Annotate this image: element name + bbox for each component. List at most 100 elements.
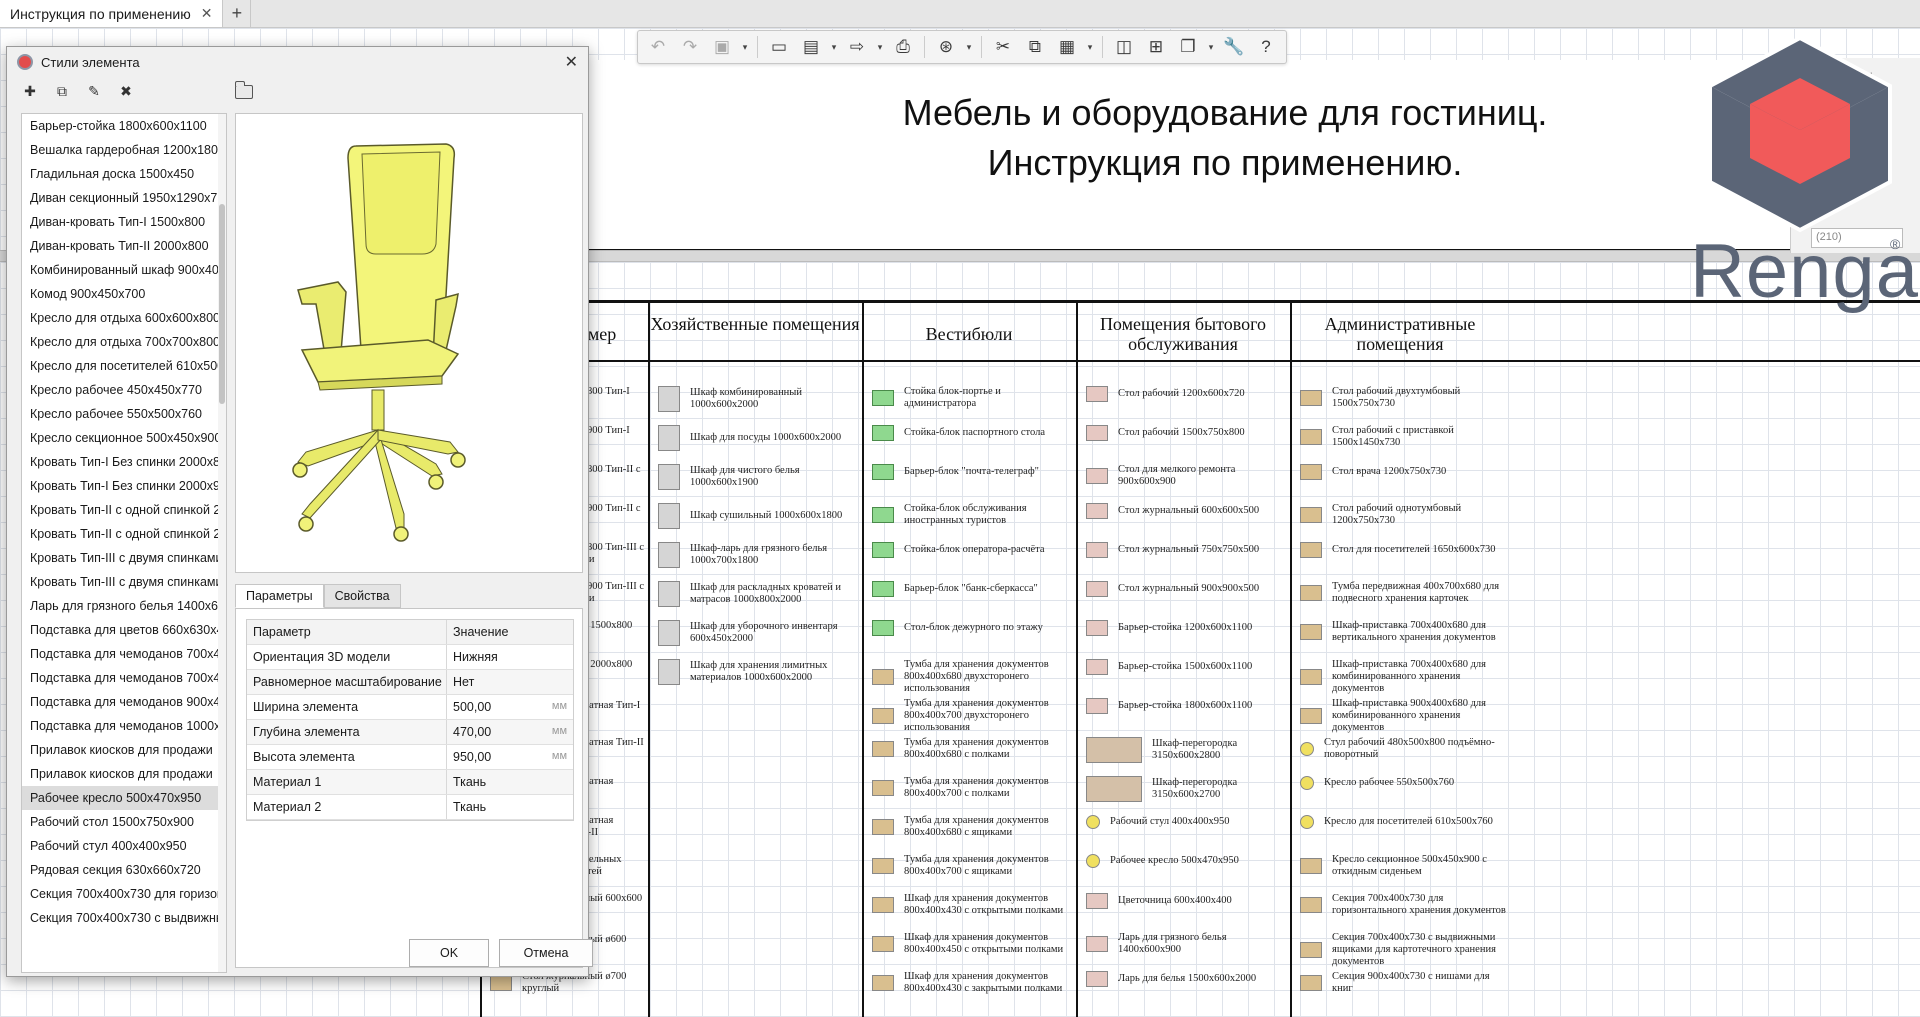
chevron-down-icon[interactable]: ▾ bbox=[1206, 42, 1216, 53]
parameter-value[interactable]: 950,00 мм bbox=[447, 745, 573, 769]
tab-properties[interactable]: Свойства bbox=[323, 584, 401, 608]
plan-item[interactable]: Шкаф для раскладных кроватей и матрасов … bbox=[658, 581, 858, 607]
table-row[interactable]: Глубина элемента 470,00 мм bbox=[247, 720, 573, 745]
chevron-down-icon[interactable]: ▾ bbox=[740, 42, 750, 53]
plan-item[interactable]: Тумба для хранения документов 800x400x68… bbox=[872, 737, 1072, 761]
style-list[interactable]: Барьер-стойка 1800x600x1100 Вешалка гарде… bbox=[21, 113, 227, 973]
save-icon[interactable]: ▤ bbox=[797, 34, 825, 60]
plan-item[interactable]: Стол для посетителей 1650x600x730 bbox=[1300, 542, 1506, 558]
list-item[interactable]: Кровать Тип-II с одной спинкой 2 bbox=[22, 498, 226, 522]
export-icon[interactable]: ⇨ bbox=[843, 34, 871, 60]
plan-item[interactable]: Стойка-блок обслуживания иностранных тур… bbox=[872, 503, 1072, 527]
list-item[interactable]: Подставка для чемоданов 700x40 bbox=[22, 642, 226, 666]
chevron-down-icon[interactable]: ▾ bbox=[964, 42, 974, 53]
list-item[interactable]: Кресло для отдыха 700x700x800 с bbox=[22, 330, 226, 354]
table-row[interactable]: Равномерное масштабирование Нет bbox=[247, 670, 573, 695]
plan-item[interactable]: Стол журнальный 600x600x500 bbox=[1086, 503, 1286, 519]
list-item[interactable]: Рабочий стол 1500x750x900 bbox=[22, 810, 226, 834]
list-item[interactable]: Кровать Тип-III с двумя спинками bbox=[22, 570, 226, 594]
list-item[interactable]: Подставка для цветов 660x630x4 bbox=[22, 618, 226, 642]
plan-item[interactable]: Секция 900x400x730 с нишами для книг bbox=[1300, 971, 1506, 995]
plan-item[interactable]: Тумба для хранения документов 800x400x68… bbox=[872, 659, 1072, 695]
list-scrollbar[interactable] bbox=[218, 114, 226, 972]
plan-item[interactable]: Шкаф для хранения лимитных материалов 10… bbox=[658, 659, 858, 685]
plan-item[interactable]: Барьер-блок "банк-сберкасса" bbox=[872, 581, 1072, 597]
undo-icon[interactable]: ↶ bbox=[644, 34, 672, 60]
list-item[interactable]: Кресло для посетителей 610x500 bbox=[22, 354, 226, 378]
plan-item[interactable]: Стол рабочий однотумбовый 1200x750x730 bbox=[1300, 503, 1506, 527]
list-item[interactable]: Рабочий стул 400x400x950 bbox=[22, 834, 226, 858]
plan-item[interactable]: Кресло для посетителей 610x500x760 bbox=[1300, 815, 1506, 829]
close-tab-icon[interactable]: ✕ bbox=[201, 5, 213, 22]
plan-item[interactable]: Шкаф-приставка 700x400x680 для вертикаль… bbox=[1300, 620, 1506, 644]
list-item[interactable]: Диван-кровать Тип-II 2000x800 bbox=[22, 234, 226, 258]
plan-item[interactable]: Шкаф для хранения документов 800x400x450… bbox=[872, 932, 1072, 956]
link-icon[interactable]: ⊛ bbox=[932, 34, 960, 60]
plan-item[interactable]: Стол журнальный 900x900x500 bbox=[1086, 581, 1286, 597]
plan-item[interactable]: Шкаф-перегородка 3150x600x2800 bbox=[1086, 737, 1286, 763]
plan-item[interactable]: Рабочий стул 400x400x950 bbox=[1086, 815, 1286, 829]
plan-item[interactable]: Стол журнальный 750x750x500 bbox=[1086, 542, 1286, 558]
list-item[interactable]: Комод 900x450x700 bbox=[22, 282, 226, 306]
plan-item[interactable]: Стол рабочий 1500x750x800 bbox=[1086, 425, 1286, 441]
list-item[interactable]: Барьер-стойка 1800x600x1100 bbox=[22, 114, 226, 138]
list-item[interactable]: Кровать Тип-III с двумя спинками bbox=[22, 546, 226, 570]
plan-item[interactable]: Стол-блок дежурного по этажу bbox=[872, 620, 1072, 636]
plan-item[interactable]: Шкаф-приставка 900x400x680 для комбиниро… bbox=[1300, 698, 1506, 734]
cancel-button[interactable]: Отмена bbox=[499, 939, 593, 967]
tab-instruction[interactable]: Инструкция по применению ✕ bbox=[0, 0, 224, 27]
parameter-value[interactable]: Ткань bbox=[447, 795, 573, 819]
settings-icon[interactable]: 🔧 bbox=[1220, 34, 1248, 60]
plan-item[interactable]: Ларь для грязного белья 1400x600x900 bbox=[1086, 932, 1286, 956]
view-3d-icon[interactable]: ▣ bbox=[708, 34, 736, 60]
plan-item[interactable]: Стойка блок-портье и администратора bbox=[872, 386, 1072, 410]
plan-item[interactable]: Кресло рабочее 550x500x760 bbox=[1300, 776, 1506, 790]
plan-item[interactable]: Стол для мелкого ремонта 900x600x900 bbox=[1086, 464, 1286, 488]
list-item[interactable]: Кресло для отдыха 600x600x800 б bbox=[22, 306, 226, 330]
list-item[interactable]: Секция 700x400x730 для горизон bbox=[22, 882, 226, 906]
plan-item[interactable]: Шкаф-ларь для грязного белья 1000x700x18… bbox=[658, 542, 858, 568]
chevron-down-icon[interactable]: ▾ bbox=[829, 42, 839, 53]
ok-button[interactable]: OK bbox=[409, 939, 489, 967]
list-item[interactable]: Ларь для грязного белья 1400x60 bbox=[22, 594, 226, 618]
table-row[interactable]: Материал 2 Ткань bbox=[247, 795, 573, 820]
plan-item[interactable]: Стойка-блок паспортного стола bbox=[872, 425, 1072, 441]
list-item[interactable]: Кровать Тип-II с одной спинкой 2 bbox=[22, 522, 226, 546]
table-row[interactable]: Высота элемента 950,00 мм bbox=[247, 745, 573, 770]
plan-item[interactable]: Стол рабочий двухтумбовый 1500x750x730 bbox=[1300, 386, 1506, 410]
list-item[interactable]: Кресло рабочее 550x500x760 bbox=[22, 402, 226, 426]
list-item[interactable]: Вешалка гардеробная 1200x1800 bbox=[22, 138, 226, 162]
copy-icon[interactable]: ⧉ bbox=[1021, 34, 1049, 60]
help-icon[interactable]: ? bbox=[1252, 34, 1280, 60]
delete-icon[interactable]: ✖ bbox=[117, 83, 135, 100]
plan-item[interactable]: Барьер-стойка 1200x600x1100 bbox=[1086, 620, 1286, 636]
edit-icon[interactable]: ✎ bbox=[85, 83, 103, 100]
folder-icon[interactable] bbox=[235, 81, 253, 99]
tree-icon[interactable]: ⊞ bbox=[1142, 34, 1170, 60]
copy-icon[interactable]: ⧉ bbox=[53, 83, 71, 100]
plan-item[interactable]: Тумба для хранения документов 800x400x70… bbox=[872, 854, 1072, 878]
plan-item[interactable]: Барьер-стойка 1500x600x1100 bbox=[1086, 659, 1286, 675]
list-item[interactable]: Рядовая секция 630x660x720 bbox=[22, 858, 226, 882]
layers-icon[interactable]: ❐ bbox=[1174, 34, 1202, 60]
plan-item[interactable]: Стойка-блок оператора-расчёта bbox=[872, 542, 1072, 558]
list-item[interactable]: Кровать Тип-I Без спинки 2000x8 bbox=[22, 450, 226, 474]
plan-item[interactable]: Стул рабочий 480x500x800 подъёмно-поворо… bbox=[1300, 737, 1506, 761]
plan-item[interactable]: Шкаф комбинированный 1000x600x2000 bbox=[658, 386, 858, 412]
plan-item[interactable]: Стол рабочий 1200x600x720 bbox=[1086, 386, 1286, 402]
table-row[interactable]: Ориентация 3D модели Нижняя bbox=[247, 645, 573, 670]
plan-item[interactable]: Рабочее кресло 500x470x950 bbox=[1086, 854, 1286, 868]
list-item[interactable]: Кресло рабочее 450x450x770 bbox=[22, 378, 226, 402]
plan-item[interactable]: Стол рабочий с приставкой 1500x1450x730 bbox=[1300, 425, 1506, 449]
list-item[interactable]: Кровать Тип-I Без спинки 2000x9 bbox=[22, 474, 226, 498]
add-icon[interactable]: ✚ bbox=[21, 83, 39, 100]
list-item[interactable]: Прилавок киосков для продажи bbox=[22, 738, 226, 762]
parameter-value[interactable]: Нет bbox=[447, 670, 573, 694]
plan-item[interactable]: Цветочница 600x400x400 bbox=[1086, 893, 1286, 909]
plan-item[interactable]: Тумба передвижная 400x700x680 для подвес… bbox=[1300, 581, 1506, 605]
plan-item[interactable]: Шкаф-перегородка 3150x600x2700 bbox=[1086, 776, 1286, 802]
close-icon[interactable]: ✕ bbox=[565, 52, 578, 72]
model-preview[interactable] bbox=[235, 113, 583, 573]
plan-item[interactable]: Тумба для хранения документов 800x400x68… bbox=[872, 815, 1072, 839]
plan-item[interactable]: Шкаф для чистого белья 1000x600x1900 bbox=[658, 464, 858, 490]
